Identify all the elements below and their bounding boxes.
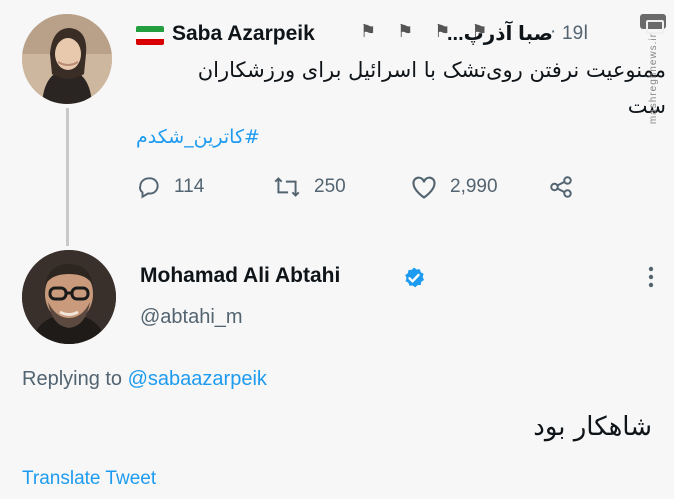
iran-flag-icon bbox=[136, 26, 164, 45]
like-count: 2,990 bbox=[450, 176, 498, 197]
parent-tweet-header: Saba Azarpeik ⚑ ⚑ ⚑ ⚑ صبا آذرپ... · 19ا bbox=[128, 16, 606, 50]
site-watermark: mashreghnews.ir bbox=[638, 14, 668, 124]
reply-count: 114 bbox=[174, 176, 205, 197]
hashtag-link[interactable]: #کاترین_شکدم bbox=[136, 126, 260, 148]
reply-button[interactable]: 114 bbox=[136, 174, 204, 200]
retweet-icon bbox=[274, 177, 300, 197]
parent-display-name-fa[interactable]: صبا آذرپ... bbox=[447, 21, 553, 46]
parent-text-line-1: ممنوعیت نرفتن روی‌تشک با اسرائیل برای ور… bbox=[197, 58, 666, 82]
parent-timestamp[interactable]: 19ا bbox=[562, 22, 588, 45]
parent-tweet-text: ممنوعیت نرفتن روی‌تشک با اسرائیل برای ور… bbox=[112, 52, 666, 124]
tweet-thread: Saba Azarpeik ⚑ ⚑ ⚑ ⚑ صبا آذرپ... · 19ا … bbox=[0, 0, 674, 499]
heart-icon bbox=[412, 176, 436, 199]
reply-icon bbox=[139, 177, 159, 199]
more-options-icon[interactable] bbox=[640, 264, 662, 290]
replying-to-prefix: Replying to bbox=[22, 368, 128, 390]
share-icon bbox=[550, 176, 572, 198]
replying-to-mention-link[interactable]: @sabaazarpeik bbox=[128, 368, 267, 390]
translate-tweet-link[interactable]: Translate Tweet bbox=[22, 468, 156, 490]
retweet-count: 250 bbox=[314, 176, 346, 197]
parent-text-line-2: ست bbox=[627, 94, 666, 118]
reply-handle[interactable]: @abtahi_m bbox=[140, 306, 243, 329]
verified-badge-icon bbox=[405, 267, 424, 288]
reply-display-name[interactable]: Mohamad Ali Abtahi bbox=[140, 264, 340, 288]
tweet-actions: 114 250 2,990 bbox=[136, 174, 596, 208]
share-button[interactable] bbox=[548, 174, 586, 200]
avatar-abtahi[interactable] bbox=[22, 250, 116, 344]
parent-display-name[interactable]: Saba Azarpeik bbox=[172, 22, 315, 46]
like-button[interactable]: 2,990 bbox=[410, 174, 498, 200]
reply-tweet-text: شاهکار بود bbox=[533, 412, 652, 442]
watermark-text: mashreghnews.ir bbox=[647, 32, 659, 124]
thread-connector-line bbox=[66, 108, 69, 246]
retweet-button[interactable]: 250 bbox=[272, 174, 346, 200]
avatar-saba[interactable] bbox=[22, 14, 112, 104]
replying-to: Replying to @sabaazarpeik bbox=[22, 368, 267, 391]
separator-dot: · bbox=[550, 21, 557, 42]
news-logo-icon bbox=[640, 14, 666, 34]
